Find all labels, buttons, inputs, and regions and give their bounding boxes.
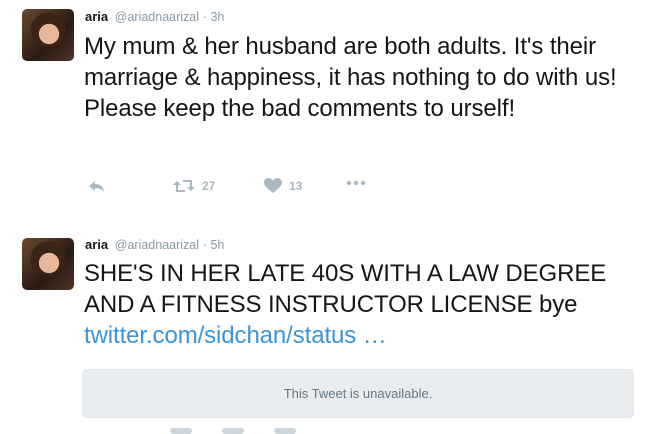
tweet[interactable]: aria @ariadnaarizal · 3h My mum & her hu… [0,0,655,225]
heart-icon[interactable] [274,428,296,434]
display-name[interactable]: aria [85,237,108,252]
separator: · [202,238,207,252]
tweet-text-content: SHE'S IN HER LATE 40S WITH A LAW DEGREE … [84,260,607,318]
tweet-header: aria @ariadnaarizal · 5h [85,237,224,252]
heart-icon [264,178,282,194]
retweet-icon[interactable] [222,428,244,434]
like-button[interactable]: 13 [264,178,302,194]
timestamp[interactable]: 3h [210,10,224,24]
tweet-header: aria @ariadnaarizal · 3h [85,9,224,24]
user-handle[interactable]: @ariadnaarizal [115,238,199,252]
status-link[interactable]: twitter.com/sidchan/status … [84,322,387,349]
avatar[interactable] [22,238,74,290]
more-button[interactable] [346,180,366,186]
retweet-icon [173,178,195,194]
user-handle[interactable]: @ariadnaarizal [115,10,199,24]
retweet-button[interactable]: 27 [173,178,215,194]
reply-icon [88,178,106,194]
tweet-text: SHE'S IN HER LATE 40S WITH A LAW DEGREE … [84,258,644,351]
tweet-actions: 27 13 [88,178,488,198]
separator: · [202,10,207,24]
avatar[interactable] [22,9,74,61]
tweet-text: My mum & her husband are both adults. It… [84,33,617,122]
timestamp[interactable]: 5h [210,238,224,252]
more-icon [346,180,366,186]
display-name[interactable]: aria [85,9,108,24]
tweet[interactable]: aria @ariadnaarizal · 5h SHE'S IN HER LA… [0,225,655,434]
reply-icon[interactable] [170,428,192,434]
quoted-tweet-card[interactable]: This Tweet is unavailable. [82,369,634,418]
tweet-actions-partial [170,428,296,434]
reply-button[interactable] [88,178,106,194]
unavailable-message: This Tweet is unavailable. [283,386,433,401]
retweet-count: 27 [202,179,216,193]
like-count: 13 [289,179,303,193]
